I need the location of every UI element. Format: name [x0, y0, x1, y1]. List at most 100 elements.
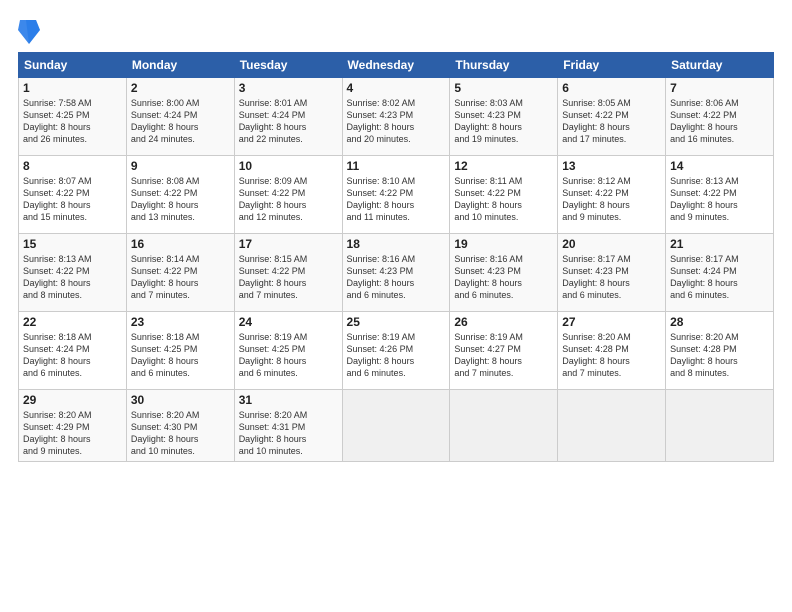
day-number: 14: [670, 159, 769, 173]
calendar-week-3: 15 Sunrise: 8:13 AM Sunset: 4:22 PM Dayli…: [19, 234, 774, 312]
day-info: Sunrise: 8:10 AM Sunset: 4:22 PM Dayligh…: [347, 175, 446, 224]
calendar-cell: 20 Sunrise: 8:17 AM Sunset: 4:23 PM Dayli…: [558, 234, 666, 312]
calendar-cell: 2 Sunrise: 8:00 AM Sunset: 4:24 PM Daylig…: [126, 78, 234, 156]
day-info: Sunrise: 8:11 AM Sunset: 4:22 PM Dayligh…: [454, 175, 553, 224]
calendar-cell: 28 Sunrise: 8:20 AM Sunset: 4:28 PM Dayli…: [666, 312, 774, 390]
day-number: 8: [23, 159, 122, 173]
day-info: Sunrise: 8:17 AM Sunset: 4:23 PM Dayligh…: [562, 253, 661, 302]
day-number: 22: [23, 315, 122, 329]
calendar-cell: 19 Sunrise: 8:16 AM Sunset: 4:23 PM Dayli…: [450, 234, 558, 312]
calendar-cell: 7 Sunrise: 8:06 AM Sunset: 4:22 PM Daylig…: [666, 78, 774, 156]
calendar-cell: 14 Sunrise: 8:13 AM Sunset: 4:22 PM Dayli…: [666, 156, 774, 234]
calendar-cell: 3 Sunrise: 8:01 AM Sunset: 4:24 PM Daylig…: [234, 78, 342, 156]
calendar-cell: 16 Sunrise: 8:14 AM Sunset: 4:22 PM Dayli…: [126, 234, 234, 312]
day-number: 12: [454, 159, 553, 173]
calendar-cell: 17 Sunrise: 8:15 AM Sunset: 4:22 PM Dayli…: [234, 234, 342, 312]
day-number: 23: [131, 315, 230, 329]
day-number: 11: [347, 159, 446, 173]
day-number: 15: [23, 237, 122, 251]
calendar-cell: 6Sunrise: 8:05 AM Sunset: 4:22 PM Daylig…: [558, 78, 666, 156]
calendar-cell: [666, 390, 774, 462]
day-number: 4: [347, 81, 446, 95]
calendar-cell: 4 Sunrise: 8:02 AM Sunset: 4:23 PM Daylig…: [342, 78, 450, 156]
day-number: 13: [562, 159, 661, 173]
day-info: Sunrise: 8:20 AM Sunset: 4:28 PM Dayligh…: [670, 331, 769, 380]
day-number: 3: [239, 81, 338, 95]
day-info: Sunrise: 8:20 AM Sunset: 4:31 PM Dayligh…: [239, 409, 338, 458]
weekday-header-friday: Friday: [558, 53, 666, 78]
day-info: Sunrise: 8:14 AM Sunset: 4:22 PM Dayligh…: [131, 253, 230, 302]
calendar-cell: 1Sunrise: 7:58 AM Sunset: 4:25 PM Daylig…: [19, 78, 127, 156]
day-info: Sunrise: 8:13 AM Sunset: 4:22 PM Dayligh…: [23, 253, 122, 302]
day-number: 5: [454, 81, 553, 95]
calendar-cell: 27 Sunrise: 8:20 AM Sunset: 4:28 PM Dayli…: [558, 312, 666, 390]
day-info: Sunrise: 8:19 AM Sunset: 4:27 PM Dayligh…: [454, 331, 553, 380]
day-number: 1: [23, 81, 122, 95]
weekday-header-row: SundayMondayTuesdayWednesdayThursdayFrid…: [19, 53, 774, 78]
calendar-cell: 22 Sunrise: 8:18 AM Sunset: 4:24 PM Dayli…: [19, 312, 127, 390]
day-number: 2: [131, 81, 230, 95]
weekday-header-tuesday: Tuesday: [234, 53, 342, 78]
day-info: Sunrise: 8:00 AM Sunset: 4:24 PM Dayligh…: [131, 97, 230, 146]
calendar-cell: 15 Sunrise: 8:13 AM Sunset: 4:22 PM Dayli…: [19, 234, 127, 312]
calendar-cell: [342, 390, 450, 462]
day-number: 16: [131, 237, 230, 251]
calendar-cell: 31 Sunrise: 8:20 AM Sunset: 4:31 PM Dayli…: [234, 390, 342, 462]
weekday-header-sunday: Sunday: [19, 53, 127, 78]
calendar-cell: 8 Sunrise: 8:07 AM Sunset: 4:22 PM Daylig…: [19, 156, 127, 234]
day-number: 26: [454, 315, 553, 329]
calendar-cell: 25Sunrise: 8:19 AM Sunset: 4:26 PM Dayli…: [342, 312, 450, 390]
day-number: 18: [347, 237, 446, 251]
weekday-header-monday: Monday: [126, 53, 234, 78]
calendar-cell: 13 Sunrise: 8:12 AM Sunset: 4:22 PM Dayli…: [558, 156, 666, 234]
day-number: 20: [562, 237, 661, 251]
calendar-cell: 21 Sunrise: 8:17 AM Sunset: 4:24 PM Dayli…: [666, 234, 774, 312]
day-number: 19: [454, 237, 553, 251]
day-number: 17: [239, 237, 338, 251]
header: [18, 16, 774, 44]
day-info: Sunrise: 8:12 AM Sunset: 4:22 PM Dayligh…: [562, 175, 661, 224]
weekday-header-thursday: Thursday: [450, 53, 558, 78]
calendar-cell: 26 Sunrise: 8:19 AM Sunset: 4:27 PM Dayli…: [450, 312, 558, 390]
day-info: Sunrise: 8:02 AM Sunset: 4:23 PM Dayligh…: [347, 97, 446, 146]
day-number: 28: [670, 315, 769, 329]
calendar-cell: 18 Sunrise: 8:16 AM Sunset: 4:23 PM Dayli…: [342, 234, 450, 312]
day-info: Sunrise: 8:01 AM Sunset: 4:24 PM Dayligh…: [239, 97, 338, 146]
day-info: Sunrise: 8:18 AM Sunset: 4:24 PM Dayligh…: [23, 331, 122, 380]
day-number: 29: [23, 393, 122, 407]
day-info: Sunrise: 8:09 AM Sunset: 4:22 PM Dayligh…: [239, 175, 338, 224]
calendar-cell: 23Sunrise: 8:18 AM Sunset: 4:25 PM Dayli…: [126, 312, 234, 390]
calendar-cell: [450, 390, 558, 462]
day-info: Sunrise: 8:16 AM Sunset: 4:23 PM Dayligh…: [454, 253, 553, 302]
day-info: Sunrise: 8:15 AM Sunset: 4:22 PM Dayligh…: [239, 253, 338, 302]
calendar-cell: 30Sunrise: 8:20 AM Sunset: 4:30 PM Dayli…: [126, 390, 234, 462]
day-info: Sunrise: 8:06 AM Sunset: 4:22 PM Dayligh…: [670, 97, 769, 146]
day-info: Sunrise: 8:20 AM Sunset: 4:28 PM Dayligh…: [562, 331, 661, 380]
logo-icon: [18, 16, 40, 44]
day-info: Sunrise: 8:20 AM Sunset: 4:30 PM Dayligh…: [131, 409, 230, 458]
day-info: Sunrise: 8:07 AM Sunset: 4:22 PM Dayligh…: [23, 175, 122, 224]
weekday-header-saturday: Saturday: [666, 53, 774, 78]
calendar-cell: [558, 390, 666, 462]
day-number: 10: [239, 159, 338, 173]
day-info: Sunrise: 8:16 AM Sunset: 4:23 PM Dayligh…: [347, 253, 446, 302]
day-number: 25: [347, 315, 446, 329]
calendar-week-4: 22 Sunrise: 8:18 AM Sunset: 4:24 PM Dayli…: [19, 312, 774, 390]
logo: [18, 16, 44, 44]
calendar-cell: 10 Sunrise: 8:09 AM Sunset: 4:22 PM Dayli…: [234, 156, 342, 234]
day-info: Sunrise: 8:03 AM Sunset: 4:23 PM Dayligh…: [454, 97, 553, 146]
day-number: 27: [562, 315, 661, 329]
day-number: 31: [239, 393, 338, 407]
calendar-week-1: 1Sunrise: 7:58 AM Sunset: 4:25 PM Daylig…: [19, 78, 774, 156]
day-number: 24: [239, 315, 338, 329]
day-info: Sunrise: 8:20 AM Sunset: 4:29 PM Dayligh…: [23, 409, 122, 458]
calendar-cell: 29 Sunrise: 8:20 AM Sunset: 4:29 PM Dayli…: [19, 390, 127, 462]
calendar-week-5: 29 Sunrise: 8:20 AM Sunset: 4:29 PM Dayli…: [19, 390, 774, 462]
day-info: Sunrise: 8:17 AM Sunset: 4:24 PM Dayligh…: [670, 253, 769, 302]
day-number: 7: [670, 81, 769, 95]
day-info: Sunrise: 8:13 AM Sunset: 4:22 PM Dayligh…: [670, 175, 769, 224]
calendar-cell: 5 Sunrise: 8:03 AM Sunset: 4:23 PM Daylig…: [450, 78, 558, 156]
day-number: 6: [562, 81, 661, 95]
day-number: 21: [670, 237, 769, 251]
calendar-cell: 9Sunrise: 8:08 AM Sunset: 4:22 PM Daylig…: [126, 156, 234, 234]
